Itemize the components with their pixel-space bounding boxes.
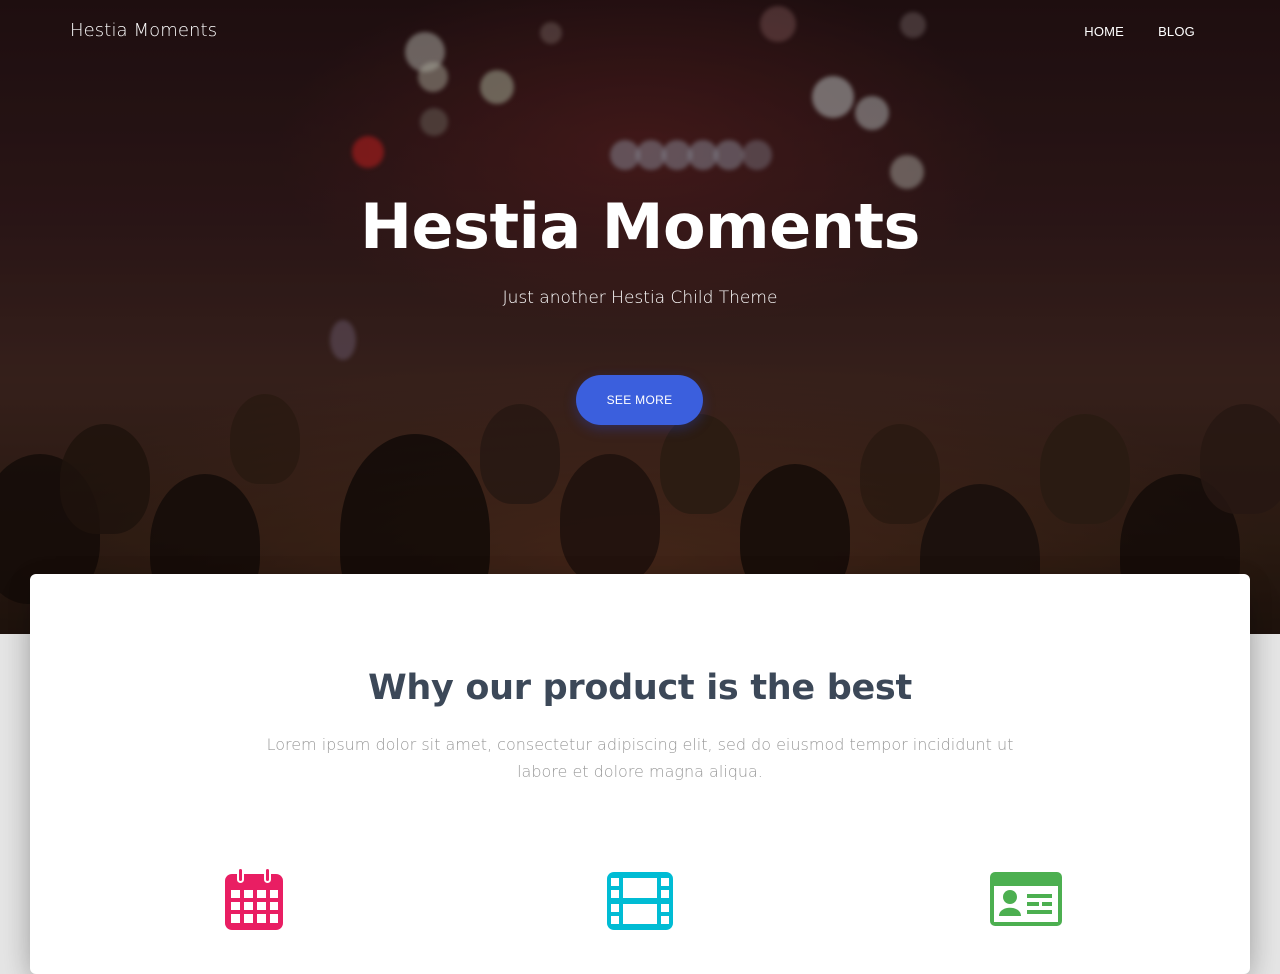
hero-title: Hestia Moments bbox=[360, 190, 920, 263]
id-card-icon bbox=[990, 872, 1062, 926]
hero-section: Hestia Moments HOME BLOG Hestia Moments … bbox=[0, 0, 1280, 634]
calendar-icon bbox=[225, 868, 283, 930]
navbar: Hestia Moments HOME BLOG bbox=[0, 0, 1280, 64]
brand-link[interactable]: Hestia Moments bbox=[70, 20, 217, 41]
nav-link-blog[interactable]: BLOG bbox=[1158, 24, 1195, 39]
features-card: Why our product is the best Lorem ipsum … bbox=[30, 574, 1250, 974]
hero-subtitle: Just another Hestia Child Theme bbox=[502, 288, 778, 308]
hero-overlay bbox=[0, 0, 1280, 634]
features-title: Why our product is the best bbox=[368, 668, 912, 708]
nav-links: HOME BLOG bbox=[1084, 24, 1195, 39]
features-description: Lorem ipsum dolor sit amet, consectetur … bbox=[266, 735, 1014, 781]
nav-link-home[interactable]: HOME bbox=[1084, 24, 1124, 39]
film-icon bbox=[607, 872, 673, 930]
see-more-button[interactable]: SEE MORE bbox=[576, 375, 703, 425]
